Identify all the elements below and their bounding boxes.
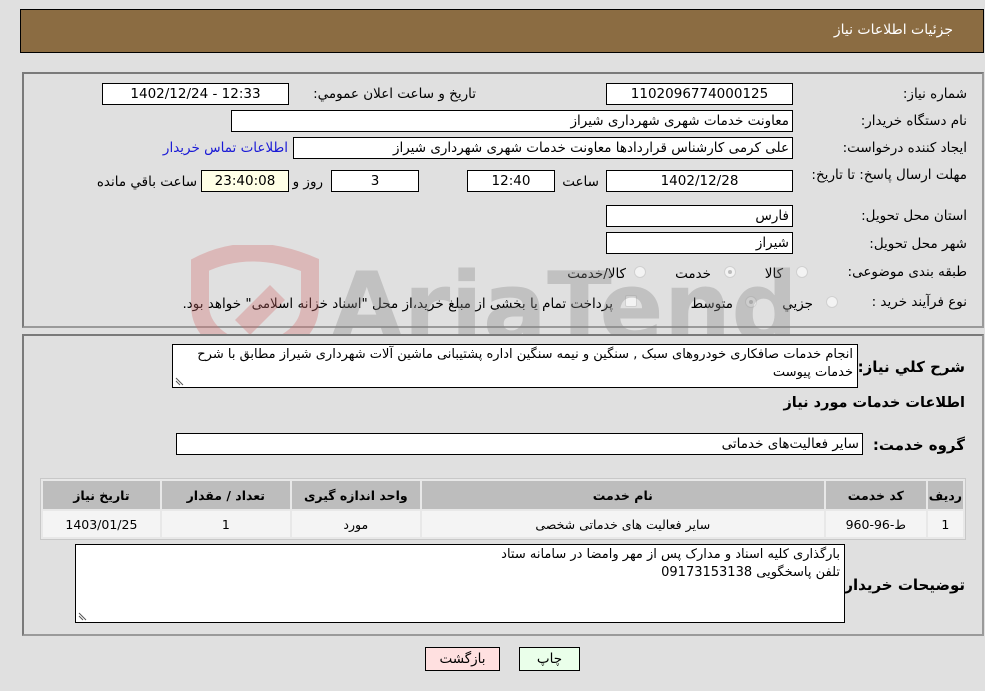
creator-field: علی کرمی کارشناس قراردادها معاونت خدمات … bbox=[293, 137, 793, 159]
buyer-notes-line-1: بارگذاری کلیه اسناد و مدارک پس از مهر وا… bbox=[501, 547, 840, 562]
description-textarea[interactable]: انجام خدمات صافکاری خودروهای سبک , سنگین… bbox=[172, 344, 858, 388]
service-group-label: گروه خدمت: bbox=[872, 436, 965, 454]
province-label: استان محل تحویل: bbox=[861, 208, 967, 224]
services-section-title: اطلاعات خدمات مورد نیاز bbox=[783, 395, 965, 411]
col-service-code: کد خدمت bbox=[825, 481, 926, 509]
remaining-label: ساعت باقي مانده bbox=[96, 174, 197, 190]
city-field: شیراز bbox=[606, 232, 793, 254]
cell-quantity: 1 bbox=[161, 511, 290, 537]
services-table: ردیف کد خدمت نام خدمت واحد اندازه گیری ت… bbox=[40, 478, 966, 540]
col-row-number: ردیف bbox=[927, 481, 963, 509]
resize-grip-icon[interactable] bbox=[78, 612, 87, 621]
announce-label: تاريخ و ساعت اعلان عمومي: bbox=[313, 86, 476, 102]
col-service-name: نام خدمت bbox=[421, 481, 824, 509]
buyer-notes-line-2: تلفن پاسخگویی 09173153138 bbox=[661, 565, 840, 580]
category-option-service: خدمت bbox=[675, 266, 711, 282]
category-option-goods-service: کالا/خدمت bbox=[567, 266, 626, 282]
deadline-date-field: 1402/12/28 bbox=[606, 170, 793, 192]
process-option-medium: متوسط bbox=[690, 296, 733, 312]
cell-row-number: 1 bbox=[927, 511, 963, 537]
category-radio-goods-service[interactable] bbox=[634, 266, 646, 278]
col-unit: واحد اندازه گیری bbox=[291, 481, 420, 509]
cell-service-code: ط-96-960 bbox=[825, 511, 926, 537]
deadline-time-label: ساعت bbox=[562, 174, 599, 190]
deadline-label: مهلت ارسال پاسخ: تا تاریخ: bbox=[811, 167, 967, 183]
deadline-time-field: 12:40 bbox=[467, 170, 555, 192]
category-label: طبقه بندی موضوعی: bbox=[847, 264, 967, 280]
page-title: جزئیات اطلاعات نیاز bbox=[833, 22, 953, 38]
print-button[interactable]: چاپ bbox=[519, 647, 580, 671]
process-label: نوع فرآیند خرید : bbox=[871, 294, 967, 310]
process-option-minor: جزيي bbox=[782, 296, 813, 312]
treasury-checkbox[interactable] bbox=[625, 295, 637, 307]
buyer-notes-label: توضیحات خریدار: bbox=[838, 576, 965, 594]
buyer-org-label: نام دستگاه خریدار: bbox=[860, 113, 967, 129]
description-label: شرح كلي نياز: bbox=[857, 358, 965, 376]
buyer-contact-link[interactable]: اطلاعات تماس خریدار bbox=[163, 140, 288, 156]
cell-need-date: 1403/01/25 bbox=[43, 511, 160, 537]
description-text: انجام خدمات صافکاری خودروهای سبک , سنگین… bbox=[197, 347, 853, 380]
table-row: 1 ط-96-960 سایر فعالیت های خدماتی شخصی م… bbox=[43, 511, 963, 537]
table-header-row: ردیف کد خدمت نام خدمت واحد اندازه گیری ت… bbox=[43, 481, 963, 509]
category-option-goods: کالا bbox=[764, 266, 783, 282]
page-header: جزئیات اطلاعات نیاز bbox=[20, 9, 984, 53]
need-number-label: شماره نیاز: bbox=[902, 86, 967, 102]
need-number-field: 1102096774000125 bbox=[606, 83, 793, 105]
col-quantity: تعداد / مقدار bbox=[161, 481, 290, 509]
days-label: روز و bbox=[292, 174, 323, 190]
process-radio-medium[interactable] bbox=[745, 296, 757, 308]
days-remaining-field: 3 bbox=[331, 170, 419, 192]
treasury-note: پرداخت تمام یا بخشی از مبلغ خرید،از محل … bbox=[182, 296, 613, 312]
remaining-time-field: 23:40:08 bbox=[201, 170, 289, 192]
category-radio-service[interactable] bbox=[724, 266, 736, 278]
process-radio-minor[interactable] bbox=[826, 296, 838, 308]
back-button[interactable]: بازگشت bbox=[425, 647, 500, 671]
announce-date-field: 1402/12/24 - 12:33 bbox=[102, 83, 289, 105]
col-need-date: تاریخ نیاز bbox=[43, 481, 160, 509]
cell-service-name: سایر فعالیت های خدماتی شخصی bbox=[421, 511, 824, 537]
creator-label: ایجاد کننده درخواست: bbox=[842, 140, 967, 156]
resize-grip-icon[interactable] bbox=[175, 377, 184, 386]
service-group-field: سایر فعالیت‌های خدماتی bbox=[176, 433, 863, 455]
category-radio-goods[interactable] bbox=[796, 266, 808, 278]
city-label: شهر محل تحویل: bbox=[869, 236, 967, 252]
buyer-notes-textarea[interactable]: بارگذاری کلیه اسناد و مدارک پس از مهر وا… bbox=[75, 544, 845, 623]
province-field: فارس bbox=[606, 205, 793, 227]
cell-unit: مورد bbox=[291, 511, 420, 537]
buyer-org-field: معاونت خدمات شهری شهرداری شیراز bbox=[231, 110, 793, 132]
